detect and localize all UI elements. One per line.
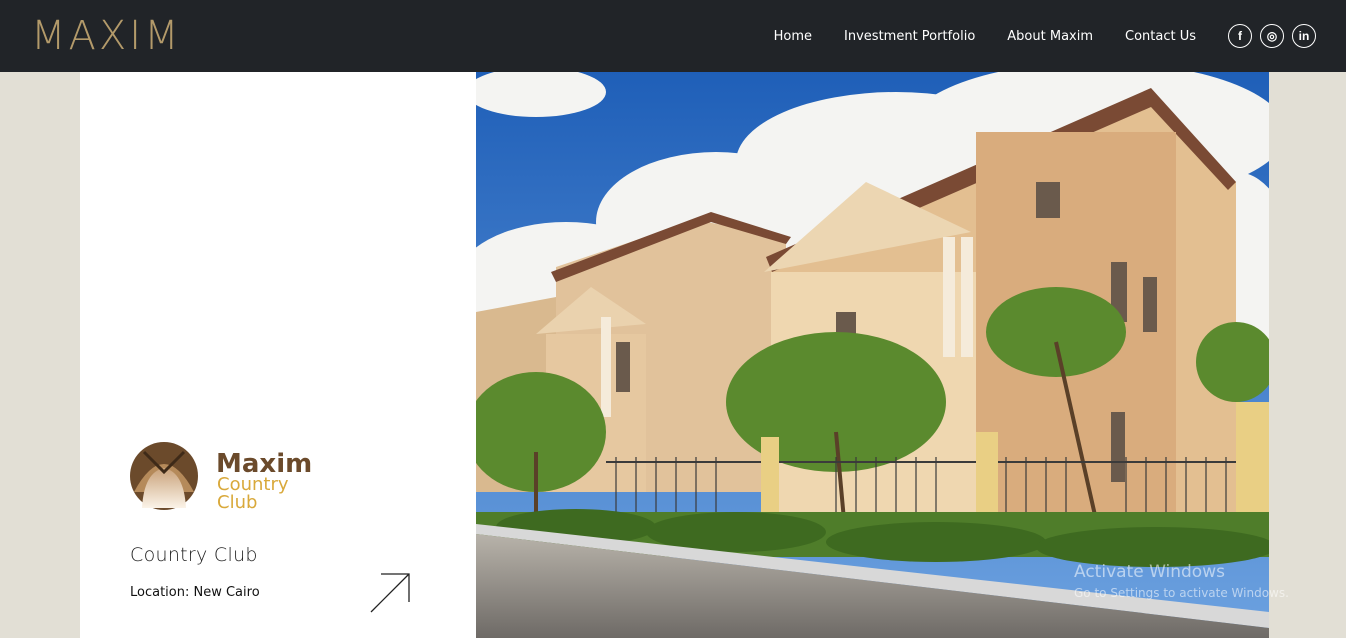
nav-about-maxim[interactable]: About Maxim xyxy=(1007,29,1093,44)
nav-home[interactable]: Home xyxy=(774,29,812,44)
maxim-logo[interactable]: MAXIM xyxy=(31,14,182,58)
project-card: Maxim Country Club Country Club Location… xyxy=(80,72,476,638)
windows-activation-watermark: Activate Windows Go to Settings to activ… xyxy=(1074,562,1289,600)
site-header: MAXIM Home Investment Portfolio About Ma… xyxy=(0,0,1346,72)
nav-investment-portfolio[interactable]: Investment Portfolio xyxy=(844,29,975,44)
arrow-up-right-icon[interactable] xyxy=(369,572,411,614)
facebook-icon[interactable]: f xyxy=(1228,24,1252,48)
project-title: Country Club xyxy=(130,544,258,566)
linkedin-icon[interactable]: in xyxy=(1292,24,1316,48)
maxim-country-club-logo: Maxim Country Club xyxy=(130,442,312,512)
svg-text:Club: Club xyxy=(217,492,257,512)
main-nav: Home Investment Portfolio About Maxim Co… xyxy=(742,0,1316,72)
instagram-icon[interactable]: ◎ xyxy=(1260,24,1284,48)
project-location: Location: New Cairo xyxy=(130,585,260,600)
social-links: f ◎ in xyxy=(1220,24,1316,48)
nav-contact-us[interactable]: Contact Us xyxy=(1125,29,1196,44)
villa-photo xyxy=(476,72,1269,638)
